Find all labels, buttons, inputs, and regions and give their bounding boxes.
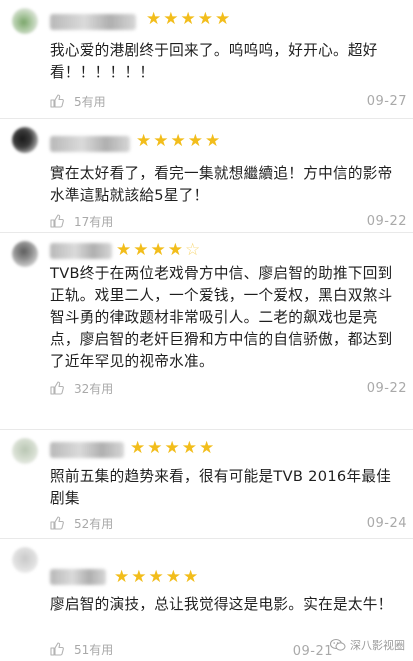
like-button[interactable]: 17有用	[50, 212, 113, 232]
review-date: 09-21	[292, 644, 333, 659]
thumbs-up-icon	[50, 642, 64, 656]
like-count: 17有用	[74, 215, 114, 229]
review-list: ★★★★★ 我心爱的港剧终于回来了。呜呜呜，好开心。超好看！！！！！！ 5有用 …	[0, 0, 413, 661]
like-button[interactable]: 5有用	[50, 92, 106, 112]
review-text: 照前五集的趋势来看，很有可能是TVB 2016年最佳剧集	[50, 468, 392, 507]
star-filled-icon: ★	[116, 240, 134, 260]
star-filled-icon: ★	[215, 9, 233, 29]
star-filled-icon: ★	[133, 240, 151, 260]
star-filled-icon: ★	[147, 438, 165, 458]
username-blurred[interactable]	[50, 14, 136, 30]
like-button[interactable]: 51有用	[50, 640, 113, 660]
like-button[interactable]: 32有用	[50, 379, 113, 399]
star-rating: ★★★★★	[114, 565, 200, 589]
thumbs-up-icon	[50, 94, 64, 108]
star-filled-icon: ★	[197, 9, 215, 29]
star-filled-icon: ★	[187, 131, 205, 151]
star-filled-icon: ★	[183, 567, 201, 587]
review-item: ★★★★★ 實在太好看了，看完一集就想繼續追！方中信的影帝水準這點就該給5星了！…	[0, 119, 413, 233]
star-filled-icon: ★	[136, 131, 154, 151]
avatar[interactable]	[12, 438, 38, 464]
review-item: ★★★★★ 我心爱的港剧终于回来了。呜呜呜，好开心。超好看！！！！！！ 5有用 …	[0, 0, 413, 119]
thumbs-up-icon	[50, 214, 64, 228]
star-filled-icon: ★	[170, 131, 188, 151]
star-filled-icon: ★	[131, 567, 149, 587]
star-filled-icon: ★	[199, 438, 217, 458]
star-filled-icon: ★	[164, 438, 182, 458]
review-item: ★★★★☆ TVB终于在两位老戏骨方中信、廖启智的助推下回到正轨。戏里二人，一个…	[0, 233, 413, 430]
star-filled-icon: ★	[205, 131, 223, 151]
review-date: 09-22	[366, 214, 407, 229]
star-rating: ★★★★★	[136, 129, 222, 153]
star-filled-icon: ★	[181, 438, 199, 458]
review-date: 09-24	[366, 516, 407, 531]
review-date: 09-27	[366, 94, 407, 109]
star-filled-icon: ★	[150, 240, 168, 260]
username-blurred[interactable]	[50, 569, 106, 585]
star-filled-icon: ★	[130, 438, 148, 458]
star-filled-icon: ★	[146, 9, 164, 29]
review-text: 我心爱的港剧终于回来了。呜呜呜，好开心。超好看！！！！！！	[50, 42, 378, 81]
review-text: 廖启智的演技，总让我觉得这是电影。实在是太牛！	[50, 596, 393, 613]
username-blurred[interactable]	[50, 243, 112, 259]
star-rating: ★★★★☆	[116, 238, 202, 262]
star-filled-icon: ★	[163, 9, 181, 29]
wechat-icon	[330, 639, 346, 651]
watermark: 深八影视圈	[330, 637, 405, 655]
thumbs-up-icon	[50, 381, 64, 395]
star-rating: ★★★★★	[146, 7, 232, 31]
avatar[interactable]	[12, 8, 38, 34]
review-item: ★★★★★ 照前五集的趋势来看，很有可能是TVB 2016年最佳剧集 52有用 …	[0, 430, 413, 539]
like-count: 52有用	[74, 517, 114, 531]
avatar[interactable]	[12, 241, 38, 267]
like-count: 51有用	[74, 643, 114, 657]
review-text: 實在太好看了，看完一集就想繼續追！方中信的影帝水準這點就該給5星了！	[50, 165, 393, 204]
watermark-text: 深八影视圈	[350, 639, 405, 652]
star-filled-icon: ★	[153, 131, 171, 151]
like-count: 5有用	[74, 95, 106, 109]
avatar[interactable]	[12, 127, 38, 153]
review-date: 09-22	[366, 381, 407, 396]
star-filled-icon: ★	[165, 567, 183, 587]
like-count: 32有用	[74, 382, 114, 396]
star-filled-icon: ★	[114, 567, 132, 587]
star-filled-icon: ★	[180, 9, 198, 29]
star-rating: ★★★★★	[130, 436, 216, 460]
username-blurred[interactable]	[50, 136, 130, 152]
star-empty-icon: ☆	[185, 240, 203, 260]
like-button[interactable]: 52有用	[50, 514, 113, 534]
avatar[interactable]	[12, 547, 38, 573]
star-filled-icon: ★	[148, 567, 166, 587]
thumbs-up-icon	[50, 516, 64, 530]
username-blurred[interactable]	[50, 442, 124, 458]
review-text: TVB终于在两位老戏骨方中信、廖启智的助推下回到正轨。戏里二人，一个爱钱，一个爱…	[50, 265, 393, 370]
star-filled-icon: ★	[167, 240, 185, 260]
